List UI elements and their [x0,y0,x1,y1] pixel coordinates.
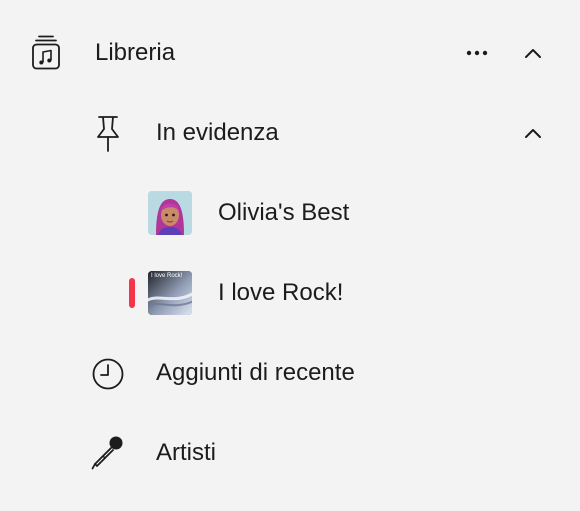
library-sidebar: Libreria In evidenza Olivia's Best I lov… [0,0,580,511]
playlist-item-label: Olivia's Best [218,199,350,226]
playlist-item-label: I love Rock! [218,279,344,306]
microphone-icon [91,436,123,470]
sidebar-item-recently-added[interactable]: Aggiunti di recente [0,343,580,403]
music-library-icon [32,35,60,70]
chevron-up-icon[interactable] [520,121,546,145]
chevron-up-icon[interactable] [520,41,546,65]
playlist-item-now-playing[interactable]: I love Rock! I love Rock! [0,263,580,323]
playlist-item[interactable]: Olivia's Best [0,183,580,243]
artwork-caption: I love Rock! [151,273,183,279]
memoji-artwork [148,191,192,235]
clock-icon [92,358,124,390]
rock-playlist-artwork: I love Rock! [148,271,192,315]
sidebar-item-label: Libreria [95,39,176,66]
sidebar-item-artists[interactable]: Artisti [0,423,580,483]
sidebar-item-label: Artisti [156,439,216,466]
sidebar-item-label: In evidenza [156,119,279,146]
ellipsis-icon[interactable] [464,41,490,65]
sidebar-item-label: Aggiunti di recente [156,359,355,386]
memoji-avatar-icon [148,191,192,235]
sidebar-item-library[interactable]: Libreria [0,23,580,83]
pin-icon [97,116,119,152]
now-playing-indicator [129,278,135,308]
sidebar-item-pinned[interactable]: In evidenza [0,103,580,163]
